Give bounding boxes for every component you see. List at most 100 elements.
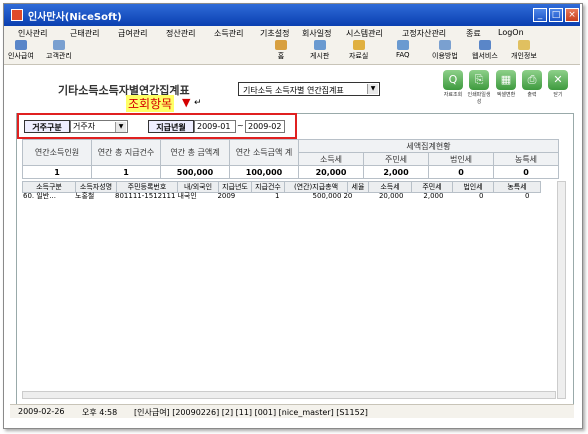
summary-header-income-tax: 소득세 bbox=[298, 152, 364, 166]
summary-value-rural-tax: 0 bbox=[493, 165, 559, 179]
menu-system[interactable]: 시스템관리 bbox=[346, 28, 383, 39]
print-file-button-label: 인쇄파일생성 bbox=[467, 92, 491, 105]
close-button-label: 닫기 bbox=[553, 92, 563, 98]
toolbar-person-button[interactable]: 개인정보 bbox=[511, 40, 537, 61]
summary-value-people: 1 bbox=[22, 165, 92, 179]
toolbar: 인사급여 고객관리 홈 게시판 자료실 FAQ 이용방법 웹서비스 개인정보 bbox=[4, 39, 580, 65]
excel-button[interactable]: ▦ 엑셀변환 bbox=[494, 70, 518, 98]
help-icon bbox=[438, 40, 451, 50]
summary-header-people: 연간소득인원 bbox=[22, 139, 92, 166]
toolbar-faq-button[interactable]: FAQ bbox=[396, 40, 410, 59]
summary-header-tax: 세액집계현황 bbox=[298, 139, 559, 153]
summary-header-total: 연간 총 금액계 bbox=[160, 139, 230, 166]
home-icon bbox=[275, 40, 287, 50]
period-separator: ~ bbox=[237, 121, 244, 130]
grid-cell: 20 bbox=[343, 192, 353, 200]
return-mark-icon: ↵ bbox=[194, 98, 202, 108]
toolbar-help-button[interactable]: 이용방법 bbox=[432, 40, 458, 61]
print-icon: ⎙ bbox=[522, 70, 542, 90]
vertical-scrollbar[interactable] bbox=[557, 181, 566, 399]
menu-bar: 인사관리 근태관리 급여관리 정산관리 소득관리 기초설정 회사일정 시스템관리… bbox=[4, 26, 580, 40]
excel-button-label: 엑셀변환 bbox=[496, 92, 516, 98]
grid-cell: 0 bbox=[478, 192, 484, 200]
payroll-icon bbox=[14, 40, 27, 50]
grid-cell: 노홍철 bbox=[75, 192, 95, 200]
menu-logon[interactable]: LogOn bbox=[498, 28, 524, 37]
horizontal-scrollbar[interactable] bbox=[22, 391, 556, 399]
grid-cell: 801111-1512111 bbox=[115, 192, 176, 200]
grid-cell: 0 bbox=[524, 192, 530, 200]
menu-schedule[interactable]: 회사일정 bbox=[302, 28, 331, 39]
excel-icon: ▦ bbox=[496, 70, 516, 90]
chevron-down-icon: ▼ bbox=[115, 122, 126, 132]
annotation-arrow-icon: ▼ bbox=[182, 96, 191, 109]
grid-cell: 20,000 bbox=[378, 192, 404, 200]
title-bar: 인사만사(NiceSoft) _ □ × bbox=[4, 4, 580, 26]
person-icon bbox=[517, 40, 530, 50]
menu-basic-settings[interactable]: 기초설정 bbox=[260, 28, 289, 39]
residence-label: 거주구분 bbox=[24, 120, 70, 133]
summary-value-count: 1 bbox=[91, 165, 161, 179]
status-date: 2009-02-26 bbox=[18, 407, 65, 416]
archive-icon bbox=[352, 40, 365, 50]
query-button-label: 자료조회 bbox=[443, 92, 463, 98]
minimize-button[interactable]: _ bbox=[533, 8, 547, 22]
print-button[interactable]: ⎙ 출력 bbox=[520, 70, 544, 98]
summary-table: 연간소득인원 연간 총 지급건수 연간 총 금액계 연간 소득금액 계 세액집계… bbox=[22, 139, 559, 179]
status-session-info: [인사급여] [20090226] [2] [11] [001] [nice_m… bbox=[134, 408, 368, 417]
grid-cell: 60. 일반... bbox=[23, 192, 56, 200]
toolbar-board-label: 게시판 bbox=[310, 52, 330, 60]
toolbar-payroll-label: 인사급여 bbox=[8, 52, 34, 60]
toolbar-home-label: 홈 bbox=[277, 52, 285, 60]
summary-header-count: 연간 총 지급건수 bbox=[91, 139, 161, 166]
table-row[interactable]: 60. 일반... 노홍철 801111-1512111 내국인 2009 1 … bbox=[22, 191, 530, 201]
status-time: 오후 4:58 bbox=[82, 408, 118, 417]
summary-header-rural-tax: 농특세 bbox=[493, 152, 559, 166]
file-icon: ⎘ bbox=[469, 70, 489, 90]
print-file-button[interactable]: ⎘ 인쇄파일생성 bbox=[467, 70, 491, 105]
faq-icon bbox=[396, 40, 409, 50]
toolbar-archive-button[interactable]: 자료실 bbox=[349, 40, 368, 61]
status-bar: 2009-02-26 오후 4:58 [인사급여] [20090226] [2]… bbox=[10, 404, 574, 418]
toolbar-customer-label: 고객관리 bbox=[46, 52, 72, 60]
close-button[interactable]: ✕ 닫기 bbox=[546, 70, 570, 98]
toolbar-board-button[interactable]: 게시판 bbox=[310, 40, 329, 61]
summary-header-corporate-tax: 법인세 bbox=[428, 152, 494, 166]
toolbar-help-label: 이용방법 bbox=[432, 52, 458, 60]
grid-cell: 1 bbox=[274, 192, 280, 200]
report-select-value: 기타소득 소득자별 연간집계표 bbox=[243, 86, 344, 95]
toolbar-customer-button[interactable]: 고객관리 bbox=[46, 40, 72, 61]
report-select[interactable]: 기타소득 소득자별 연간집계표 ▼ bbox=[238, 82, 380, 96]
menu-fixed-assets[interactable]: 고정자산관리 bbox=[402, 28, 446, 39]
grid-cell: 내국인 bbox=[177, 192, 197, 200]
toolbar-web-button[interactable]: 웹서비스 bbox=[472, 40, 498, 61]
period-from-input[interactable]: 2009-01 bbox=[194, 120, 236, 133]
summary-value-corporate-tax: 0 bbox=[428, 165, 494, 179]
window-title: 인사만사(NiceSoft) bbox=[28, 12, 122, 23]
menu-exit[interactable]: 종료 bbox=[466, 28, 481, 39]
query-items-annotation: 조회항목 bbox=[126, 95, 175, 112]
menu-settlement[interactable]: 정산관리 bbox=[166, 28, 195, 39]
print-button-label: 출력 bbox=[527, 92, 537, 98]
toolbar-home-button[interactable]: 홈 bbox=[275, 40, 287, 61]
maximize-button[interactable]: □ bbox=[549, 8, 563, 22]
residence-select[interactable]: 거주자 ▼ bbox=[70, 120, 128, 133]
menu-hr[interactable]: 인사관리 bbox=[18, 28, 47, 39]
summary-header-income: 연간 소득금액 계 bbox=[229, 139, 299, 166]
toolbar-archive-label: 자료실 bbox=[349, 52, 369, 60]
toolbar-faq-label: FAQ bbox=[396, 51, 410, 59]
web-icon bbox=[478, 40, 491, 50]
summary-value-income-tax: 20,000 bbox=[298, 165, 364, 179]
toolbar-payroll-button[interactable]: 인사급여 bbox=[8, 40, 34, 61]
close-window-button[interactable]: × bbox=[565, 8, 579, 22]
query-button[interactable]: Q 자료조회 bbox=[441, 70, 465, 98]
menu-attendance[interactable]: 근태관리 bbox=[70, 28, 99, 39]
app-icon bbox=[11, 9, 23, 21]
menu-income[interactable]: 소득관리 bbox=[214, 28, 243, 39]
toolbar-person-label: 개인정보 bbox=[511, 52, 537, 60]
menu-payroll[interactable]: 급여관리 bbox=[118, 28, 147, 39]
residence-select-value: 거주자 bbox=[73, 122, 96, 131]
toolbar-web-label: 웹서비스 bbox=[472, 52, 498, 60]
period-to-input[interactable]: 2009-02 bbox=[245, 120, 285, 133]
chevron-down-icon: ▼ bbox=[367, 84, 378, 94]
